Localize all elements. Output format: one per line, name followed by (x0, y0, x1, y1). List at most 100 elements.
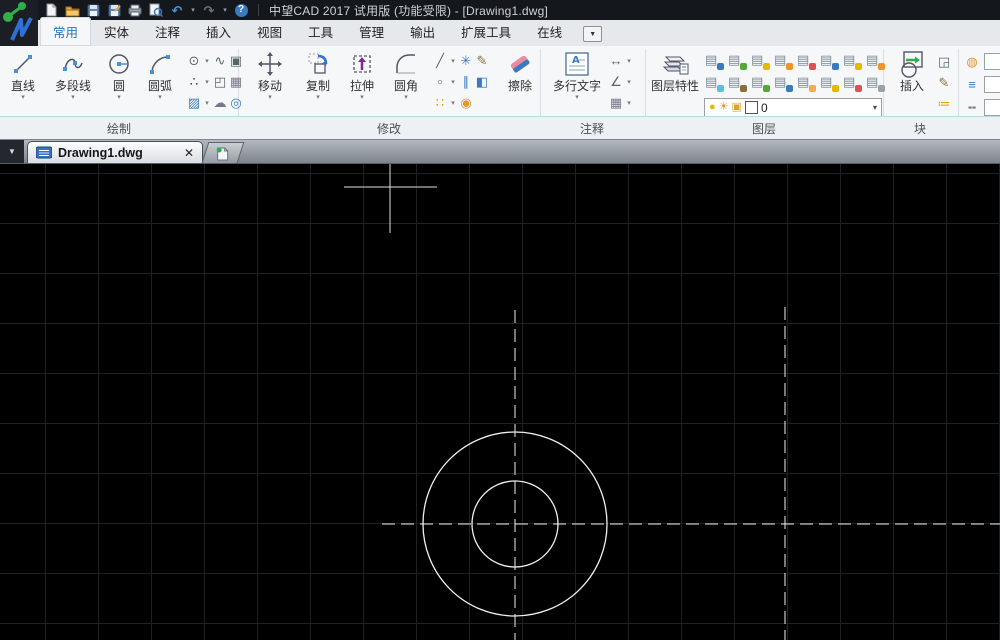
ribbon-overflow-button[interactable]: ▼ (583, 26, 602, 42)
arc-button[interactable]: 圆弧 ▾ (138, 49, 182, 102)
trim-dropdown-icon[interactable]: ▾ (448, 57, 458, 65)
close-tab-icon[interactable]: ✕ (184, 146, 194, 160)
palette-icon: ◍ (964, 54, 980, 70)
layer-tool-icon[interactable]: ▤ (704, 52, 724, 70)
move-button[interactable]: 移动 ▾ (248, 49, 292, 102)
dimension-dropdown-icon[interactable]: ▾ (624, 57, 634, 65)
ribbon-tab-row: 常用 实体 注释 插入 视图 工具 管理 输出 扩展工具 在线 ▼ (0, 20, 1000, 46)
new-file-icon[interactable] (42, 2, 60, 18)
cluster-row: ∴ ▾ ◰ ▦ (186, 72, 244, 91)
erase-button[interactable]: 擦除 (500, 49, 540, 93)
spline-icon[interactable]: ∿ (212, 53, 228, 69)
tab-express[interactable]: 扩展工具 (448, 17, 524, 46)
line-icon (10, 49, 36, 79)
cluster-row: ▨ ▾ ☁ ◎ (186, 93, 244, 112)
create-block-icon[interactable]: ◲ (936, 54, 952, 71)
line-button[interactable]: 直线 ▾ (2, 49, 44, 102)
revcloud-icon[interactable]: ☁ (212, 95, 228, 111)
explode-mark-icon[interactable]: ✳ (458, 53, 474, 69)
array-icon[interactable]: ∷ (432, 95, 448, 111)
tab-annotate[interactable]: 注释 (142, 17, 193, 46)
tab-list-button[interactable]: ▼ (0, 140, 24, 163)
leader-dropdown-icon[interactable]: ▾ (624, 78, 634, 86)
help-icon[interactable]: ? (232, 2, 250, 18)
layer-tool-icon[interactable]: ▤ (750, 74, 770, 92)
donut-icon[interactable]: ◎ (228, 95, 244, 111)
rectangle-icon[interactable]: ▣ (228, 53, 244, 69)
layer-tool-icon[interactable]: ▤ (773, 74, 793, 92)
scale-dropdown-icon[interactable]: ▾ (448, 78, 458, 86)
redo-icon[interactable]: ↷ (200, 2, 218, 18)
layer-tool-icon[interactable]: ▤ (842, 74, 862, 92)
cluster-row: ∠ ▾ (608, 72, 634, 91)
document-tab-active[interactable]: Drawing1.dwg ✕ (27, 141, 203, 163)
gradient-dropdown-icon[interactable]: ▾ (202, 99, 212, 107)
new-tab-button[interactable] (202, 142, 245, 163)
stretch-button[interactable]: 拉伸 ▾ (342, 49, 382, 102)
polyline-button[interactable]: 多段线 ▾ (46, 49, 100, 102)
circle-button[interactable]: 圆 ▾ (100, 49, 138, 102)
save-as-icon[interactable] (105, 2, 123, 18)
layer-tool-icon[interactable]: ▤ (819, 74, 839, 92)
table-icon[interactable]: ▦ (608, 95, 624, 111)
ellipse-dropdown-icon[interactable]: ▾ (202, 57, 212, 65)
save-icon[interactable] (84, 2, 102, 18)
table-dropdown-icon[interactable]: ▾ (624, 99, 634, 107)
block-edit-icon[interactable]: ✎ (936, 75, 952, 92)
layer-properties-button[interactable]: 图层特性 (648, 49, 702, 93)
layer-select-dropdown-icon[interactable]: ▾ (873, 103, 877, 112)
mirror-icon[interactable]: ◧ (474, 74, 490, 90)
tab-solid[interactable]: 实体 (91, 17, 142, 46)
color-control[interactable]: ◍ (964, 53, 1000, 70)
layer-select[interactable]: ● ☀ ▣ 0 ▾ (704, 98, 882, 117)
hatch-icon[interactable]: ▦ (228, 74, 244, 90)
layer-tool-icon[interactable]: ▤ (727, 52, 747, 70)
insert-block-button[interactable]: 插入 (890, 49, 934, 93)
layer-tool-icon[interactable]: ▤ (727, 74, 747, 92)
open-folder-icon[interactable] (63, 2, 81, 18)
layer-tool-icon[interactable]: ▤ (842, 52, 862, 70)
region-icon[interactable]: ◰ (212, 74, 228, 90)
drawing-canvas[interactable] (0, 164, 1000, 640)
attributes-icon[interactable]: ≔ (936, 96, 952, 113)
point-icon[interactable]: ∴ (186, 74, 202, 90)
tab-tools[interactable]: 工具 (295, 17, 346, 46)
layer-tool-icon[interactable]: ▤ (865, 74, 885, 92)
tab-view[interactable]: 视图 (244, 17, 295, 46)
layer-tool-icon[interactable]: ▤ (704, 74, 724, 92)
mtext-button[interactable]: A 多行文字 ▾ (548, 49, 606, 102)
insert-block-icon (896, 49, 928, 79)
plot-icon[interactable] (126, 2, 144, 18)
layer-tool-icon[interactable]: ▤ (750, 52, 770, 70)
preview-icon[interactable] (147, 2, 165, 18)
gradient-icon[interactable]: ▨ (186, 95, 202, 111)
layer-tool-icon[interactable]: ▤ (773, 52, 793, 70)
layer-tool-icon[interactable]: ▤ (819, 52, 839, 70)
undo-dropdown-icon[interactable]: ▾ (189, 6, 197, 14)
tab-output[interactable]: 输出 (397, 17, 448, 46)
tab-insert[interactable]: 插入 (193, 17, 244, 46)
tab-manage[interactable]: 管理 (346, 17, 397, 46)
trim-icon[interactable]: ╱ (432, 53, 448, 69)
point-dropdown-icon[interactable]: ▾ (202, 78, 212, 86)
leader-icon[interactable]: ∠ (608, 74, 624, 90)
copy-button[interactable]: 复制 ▾ (296, 49, 340, 102)
explode-icon[interactable]: ◉ (458, 95, 474, 111)
linetype-control[interactable]: ╍ (964, 99, 1000, 116)
tab-home[interactable]: 常用 (40, 17, 91, 46)
fillet-button[interactable]: 圆角 ▾ (384, 49, 428, 102)
array-dropdown-icon[interactable]: ▾ (448, 99, 458, 107)
dimension-icon[interactable]: ↔ (608, 53, 624, 69)
ellipse-icon[interactable]: ⊙ (186, 53, 202, 69)
tab-online[interactable]: 在线 (524, 17, 575, 46)
linetype-box (984, 99, 1000, 116)
offset-icon[interactable]: ∥ (458, 74, 474, 90)
scale-icon[interactable]: ▫ (432, 74, 448, 90)
undo-icon[interactable]: ↶ (168, 2, 186, 18)
layer-tool-icon[interactable]: ▤ (865, 52, 885, 70)
layer-tool-icon[interactable]: ▤ (796, 74, 816, 92)
lineweight-control[interactable]: ≡ (964, 76, 1000, 93)
redo-dropdown-icon[interactable]: ▾ (221, 6, 229, 14)
layer-tool-icon[interactable]: ▤ (796, 52, 816, 70)
extend-icon[interactable]: ✎ (474, 53, 490, 69)
